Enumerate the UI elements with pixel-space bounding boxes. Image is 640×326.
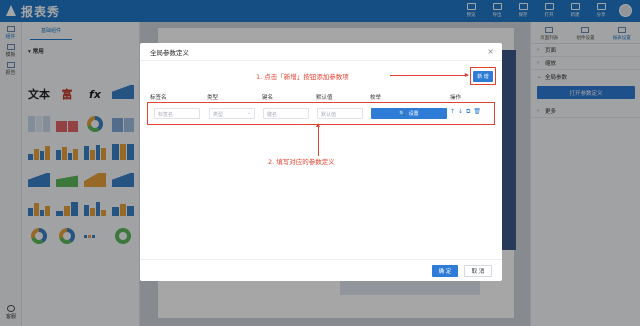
- add-button-highlight: 新 增: [470, 67, 496, 85]
- key-input[interactable]: 键名: [263, 108, 309, 119]
- row-actions: ↑ ↓ ⧉ 🗑: [450, 108, 481, 116]
- dialog-header: 全局参数定义: [140, 43, 502, 61]
- label-name-input[interactable]: 标签名: [154, 108, 200, 119]
- close-icon[interactable]: ×: [487, 47, 494, 56]
- copy-icon[interactable]: ⧉: [466, 108, 470, 116]
- chevron-down-icon: ⌄: [246, 110, 251, 116]
- column-label-name: 标签名: [150, 95, 167, 101]
- column-actions: 操作: [450, 95, 462, 101]
- default-value-input[interactable]: 默认值: [317, 108, 363, 119]
- annotation-step-1: 1. 点击「新增」按钮添加参数项: [256, 73, 349, 81]
- enum-settings-button[interactable]: 🔍 设置: [371, 108, 447, 119]
- global-params-dialog: 全局参数定义 × 1. 点击「新增」按钮添加参数项 新 增 标签名 类型 键名 …: [140, 43, 502, 281]
- move-up-icon[interactable]: ↑: [450, 108, 455, 116]
- column-default: 默认值: [316, 95, 333, 101]
- annotation-arrow-1: [390, 73, 469, 77]
- dialog-title: 全局参数定义: [150, 48, 189, 57]
- delete-icon[interactable]: 🗑: [473, 108, 481, 116]
- annotation-arrow-2: [316, 123, 320, 156]
- column-enum: 枚举: [370, 95, 382, 101]
- param-row-highlight: 标签名 类型 ⌄ 键名 默认值 🔍 设置 ↑ ↓ ⧉ 🗑: [147, 102, 495, 125]
- annotation-step-2: 2. 填写对应的参数定义: [268, 158, 335, 166]
- column-key: 键名: [262, 95, 274, 101]
- add-param-button[interactable]: 新 增: [473, 70, 493, 82]
- type-select[interactable]: 类型 ⌄: [209, 108, 255, 119]
- column-type: 类型: [207, 95, 219, 101]
- confirm-button[interactable]: 确 定: [432, 265, 458, 277]
- move-down-icon[interactable]: ↓: [458, 108, 463, 116]
- key-icon: 🔍: [399, 110, 406, 117]
- cancel-button[interactable]: 取 消: [464, 265, 492, 277]
- dialog-footer: 确 定 取 消: [140, 259, 502, 281]
